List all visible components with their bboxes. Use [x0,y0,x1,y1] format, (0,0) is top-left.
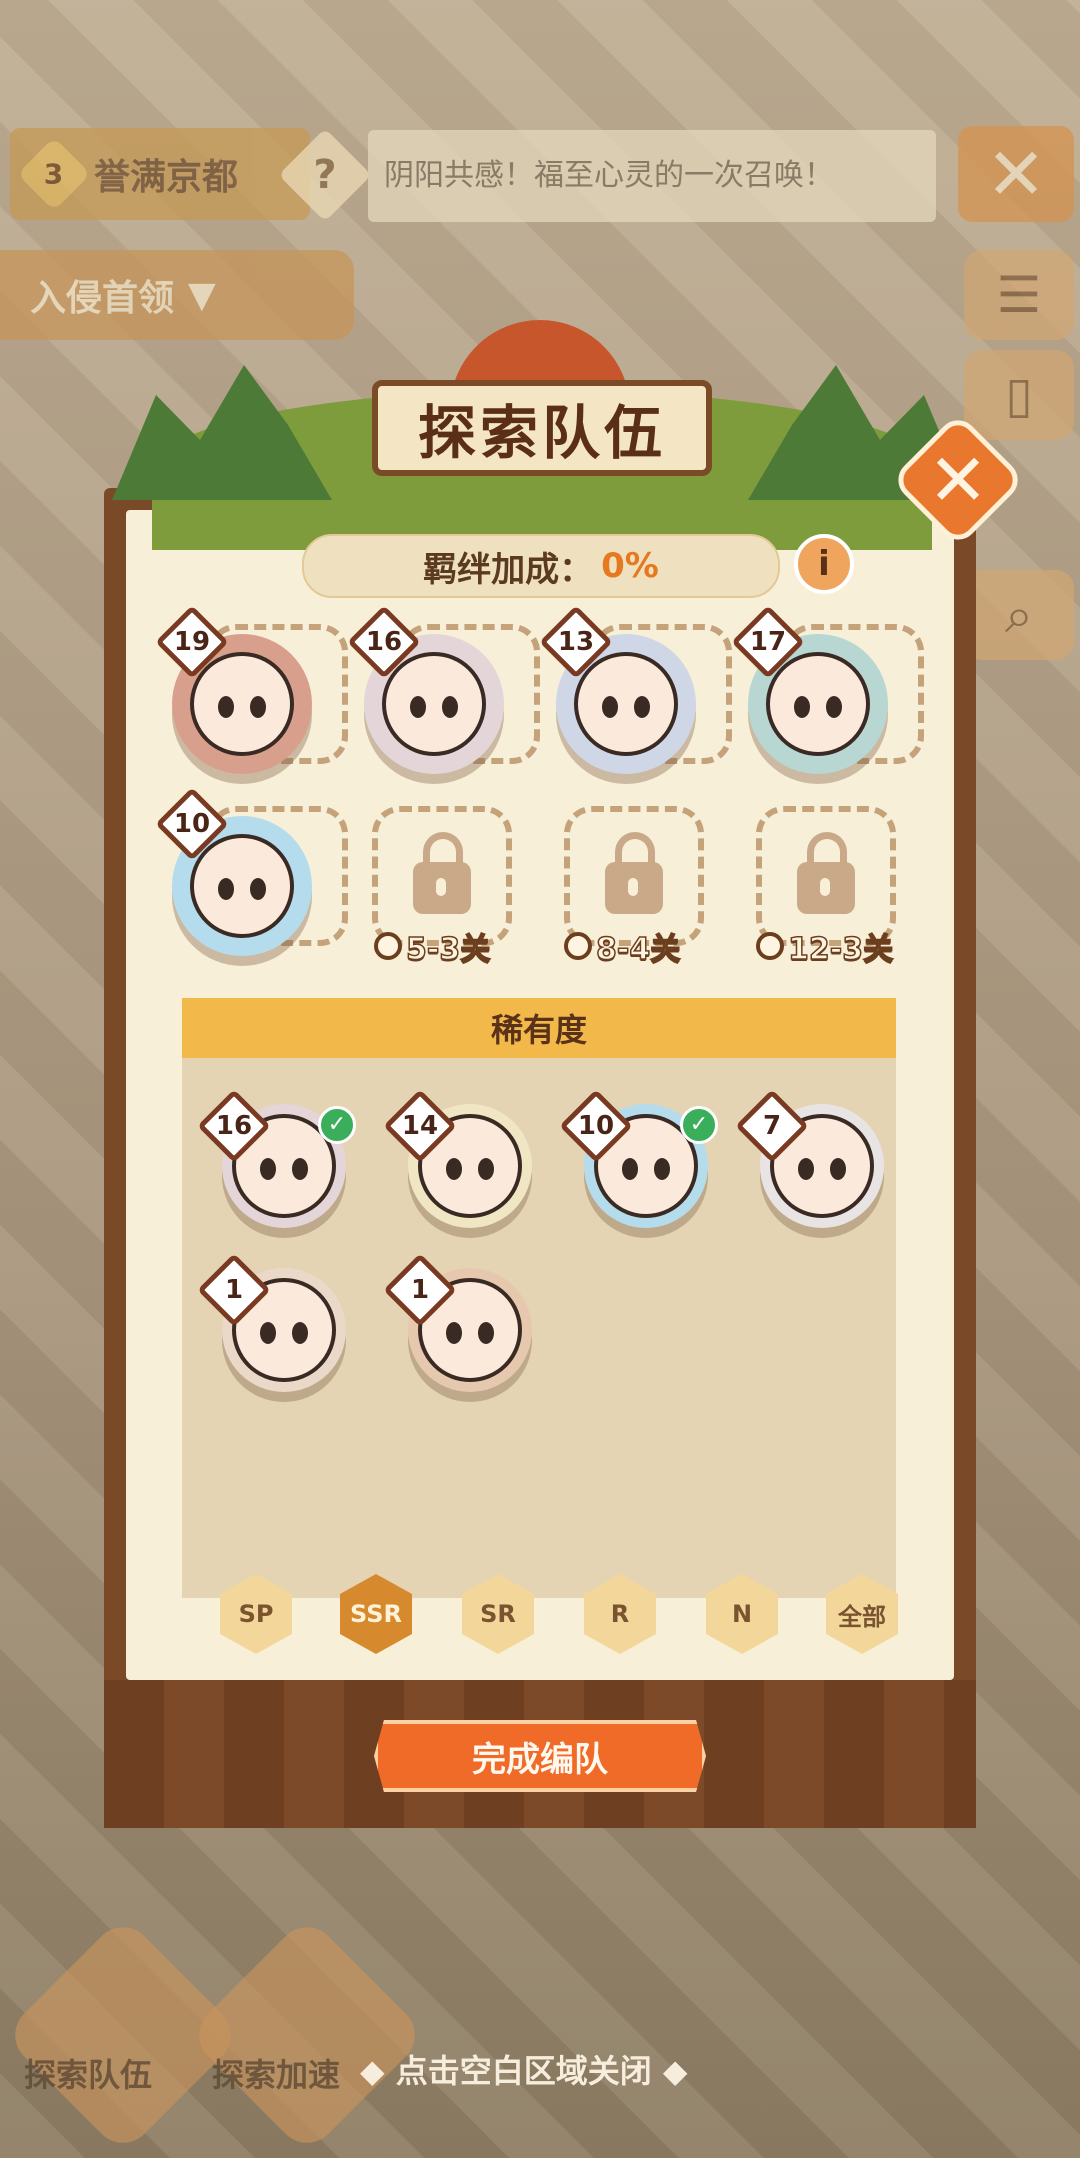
character-face [382,652,486,756]
card-icon: ▯ [1005,366,1033,424]
stage-name: 誉满京都 [94,157,239,198]
close-icon: ✕ [927,438,989,522]
level-text: 1 [410,1275,430,1305]
level-text: 10 [173,809,211,839]
stage-badge[interactable]: 3 誉满京都 [10,128,310,220]
explore-speed-label: 探索加速 [212,2056,341,2094]
modal-title: 探索队伍 [372,380,712,476]
level-text: 19 [173,627,211,657]
close-hint: ◆ 点击空白区域关闭 ◆ [360,2052,688,2090]
lock-icon [797,832,855,914]
unlock-requirement: 8-4关 [564,924,681,968]
selected-check-icon: ✓ [680,1106,718,1144]
character-face [190,652,294,756]
character-face [190,834,294,938]
level-text: 17 [749,627,787,657]
character-face [574,652,678,756]
help-icon: ? [313,152,337,198]
help-button[interactable]: ? [278,128,372,222]
bond-value: 0% [601,546,659,586]
side-search-button[interactable]: ⌕ [964,570,1074,660]
clock-icon [564,932,592,960]
level-text: 1 [224,1275,244,1305]
level-text: 14 [401,1111,439,1141]
stage-number: 3 [44,157,64,191]
level-text: 10 [577,1111,615,1141]
level-text: 16 [215,1111,253,1141]
bond-label: 羁绊加成： [423,549,594,590]
close-icon: ✕ [985,132,1047,216]
lock-icon [413,832,471,914]
announcement-marquee: 阴阳共感！福至心灵的一次召唤！ [368,130,936,222]
level-text: 13 [557,627,595,657]
explore-team-label: 探索队伍 [24,2056,153,2094]
top-close-button[interactable]: ✕ [958,126,1074,222]
rarity-header: 稀有度 [182,998,896,1058]
info-icon: i [818,544,830,584]
confirm-team-button[interactable]: 完成编队 [374,1720,706,1792]
search-icon: ⌕ [1005,585,1033,644]
list-icon: ☰ [996,266,1042,324]
clock-icon [756,932,784,960]
clock-icon [374,932,402,960]
character-face [766,652,870,756]
level-text: 7 [762,1111,782,1141]
selected-check-icon: ✓ [318,1106,356,1144]
lock-icon [605,832,663,914]
side-menu-button[interactable]: ☰ [964,250,1074,340]
unlock-requirement: 12-3关 [756,924,894,968]
side-card-button[interactable]: ▯ [964,350,1074,440]
info-button[interactable]: i [794,534,854,594]
unlock-requirement: 5-3关 [374,924,491,968]
modal-header: 探索队伍 [112,290,968,550]
bond-bonus: 羁绊加成： 0% [302,534,780,598]
level-text: 16 [365,627,403,657]
